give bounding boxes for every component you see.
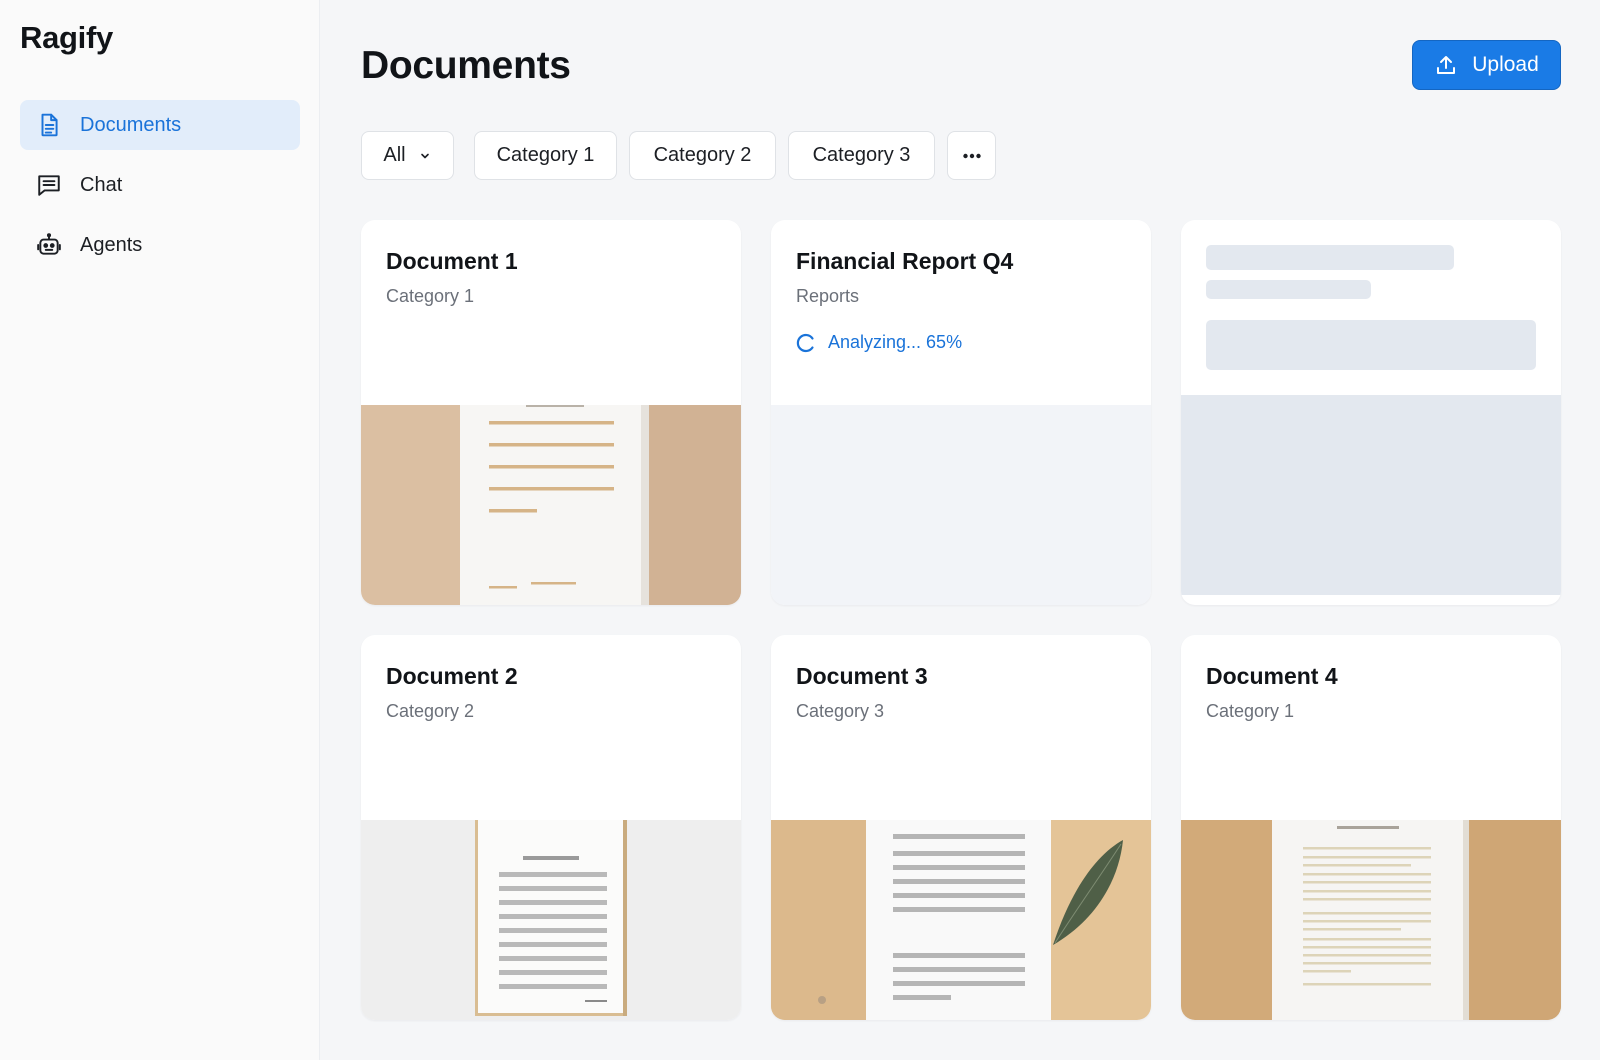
upload-icon [1434,53,1458,77]
skeleton-block [1206,320,1536,370]
document-card-loading [1181,220,1561,605]
sidebar-item-label: Agents [80,233,143,256]
filter-chip-category-3[interactable]: Category 3 [788,131,935,180]
sidebar-item-documents[interactable]: Documents [20,100,300,150]
document-category: Reports [796,286,860,306]
document-card[interactable]: Document 3 Category 3 [771,635,1151,1020]
document-thumbnail [1181,820,1561,1020]
document-thumbnail [361,405,741,605]
document-thumbnail [771,820,1151,1020]
chevron-down-icon [418,149,432,163]
sidebar-item-label: Chat [80,173,123,196]
sidebar-nav: Documents Chat Agents [20,100,300,280]
document-thumbnail-placeholder [771,405,1151,605]
more-horizontal-icon [961,145,983,167]
spinner-icon [796,333,816,353]
document-category: Category 1 [386,286,475,306]
analysis-status-text: Analyzing... 65% [828,332,963,352]
analysis-status: Analyzing... 65% [796,332,962,353]
filter-all-dropdown[interactable]: All [361,131,454,180]
document-category: Category 1 [1206,701,1295,721]
robot-icon [36,232,62,258]
document-card[interactable]: Document 2 Category 2 [361,635,741,1020]
filter-chip-category-1[interactable]: Category 1 [474,131,617,180]
document-title: Document 2 [386,663,518,689]
skeleton-title [1206,245,1454,270]
document-category: Category 3 [796,701,885,721]
chat-icon [36,172,62,198]
filter-chip-label: Category 3 [812,144,911,166]
sidebar-item-label: Documents [80,113,182,136]
skeleton-thumbnail [1181,395,1561,595]
document-card[interactable]: Document 1 Category 1 [361,220,741,605]
document-card[interactable]: Document 4 Category 1 [1181,635,1561,1020]
filter-more-button[interactable] [947,131,996,180]
document-title: Document 1 [386,248,518,274]
filter-chip-category-2[interactable]: Category 2 [629,131,776,180]
upload-button[interactable]: Upload [1412,40,1561,90]
document-title: Document 3 [796,663,928,689]
document-title: Document 4 [1206,663,1338,689]
document-category: Category 2 [386,701,475,721]
document-title: Financial Report Q4 [796,248,1014,274]
filter-chip-label: Category 2 [653,144,752,166]
document-icon [36,112,62,138]
sidebar: Ragify Documents Chat Agents [0,0,320,1060]
page-title: Documents [361,44,571,87]
upload-button-label: Upload [1472,53,1539,76]
filter-all-label: All [383,144,406,166]
sidebar-item-agents[interactable]: Agents [20,220,300,270]
filter-chip-label: Category 1 [496,144,595,166]
sidebar-item-chat[interactable]: Chat [20,160,300,210]
document-card[interactable]: Financial Report Q4 Reports Analyzing...… [771,220,1151,605]
document-thumbnail [361,820,741,1020]
app-logo[interactable]: Ragify [20,20,113,56]
skeleton-subtitle [1206,280,1371,299]
